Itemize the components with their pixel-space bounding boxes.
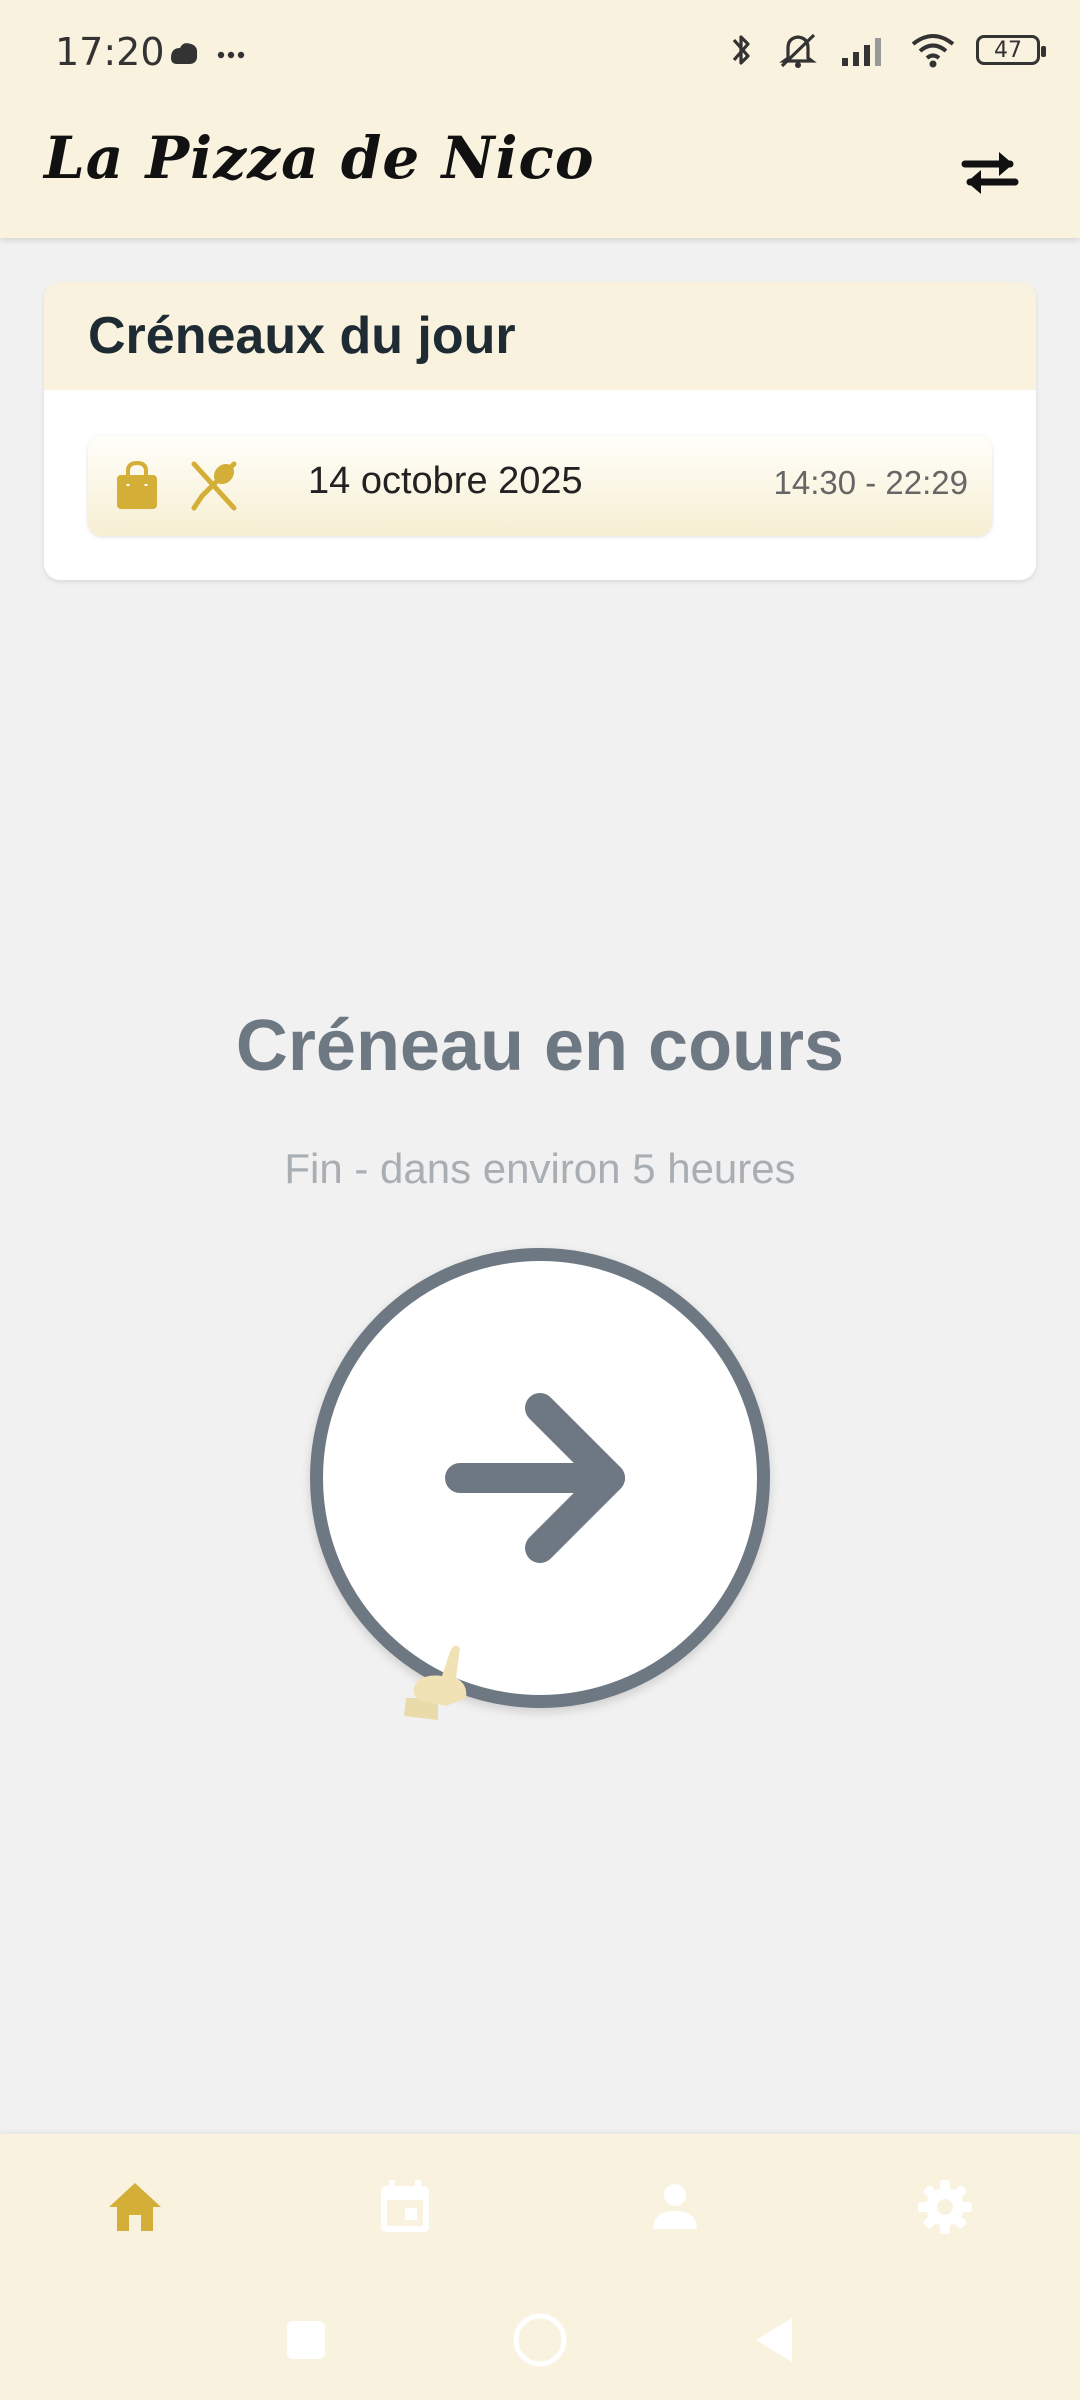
calendar-icon [381,2180,429,2232]
cloud-icon [171,43,198,64]
more-dots-icon [217,51,245,59]
slot-item[interactable]: 14 octobre 2025 14:30 - 22:29 [88,436,992,536]
home-icon [109,2183,161,2231]
utensils-icon [188,460,240,512]
status-left-icons [165,34,245,79]
muted-bell-icon [779,33,817,68]
home-system-button[interactable] [510,2310,570,2370]
swap-button[interactable] [950,132,1030,212]
status-time: 17:20 [55,30,165,74]
back-button[interactable] [744,2310,804,2370]
arrow-right-icon [445,1393,625,1563]
slots-card-title: Créneaux du jour [88,307,516,365]
system-nav-bar [0,2280,1080,2400]
current-slot-subtitle: Fin - dans environ 5 heures [284,1145,796,1192]
recent-apps-button[interactable] [276,2310,336,2370]
circle-icon [513,2313,567,2367]
bluetooth-icon [732,35,750,65]
bottom-nav [0,2134,1080,2280]
slots-card-header: Créneaux du jour [44,282,1036,390]
app-title: La Pizza de Nico [44,124,595,192]
square-icon [287,2321,325,2359]
person-icon [653,2184,697,2229]
battery-icon: 47 [976,35,1046,65]
nav-profile[interactable] [540,2134,810,2280]
slot-time-range: 14:30 - 22:29 [773,464,969,501]
slots-card: Créneaux du jour 14 octobre 2025 14:30 -… [44,282,1036,580]
current-slot-title: Créneau en cours [235,1006,845,1086]
signal-icon [842,38,881,66]
swap-icon [961,152,1019,194]
slot-date: 14 octobre 2025 [308,460,583,502]
back-triangle-icon [756,2318,792,2362]
go-to-slot-button[interactable] [310,1248,770,1708]
tap-hint-hand-icon [398,1640,478,1740]
battery-level: 47 [994,37,1022,63]
nav-settings[interactable] [810,2134,1080,2280]
nav-home[interactable] [0,2134,270,2280]
status-bar: 17:20 47 [0,0,1080,110]
shopping-bag-icon [114,460,160,512]
wifi-icon [911,34,955,68]
nav-calendar[interactable] [270,2134,540,2280]
gear-icon [918,2180,972,2234]
app-bar: La Pizza de Nico [0,110,1080,238]
status-right-icons: 47 [726,30,1046,70]
